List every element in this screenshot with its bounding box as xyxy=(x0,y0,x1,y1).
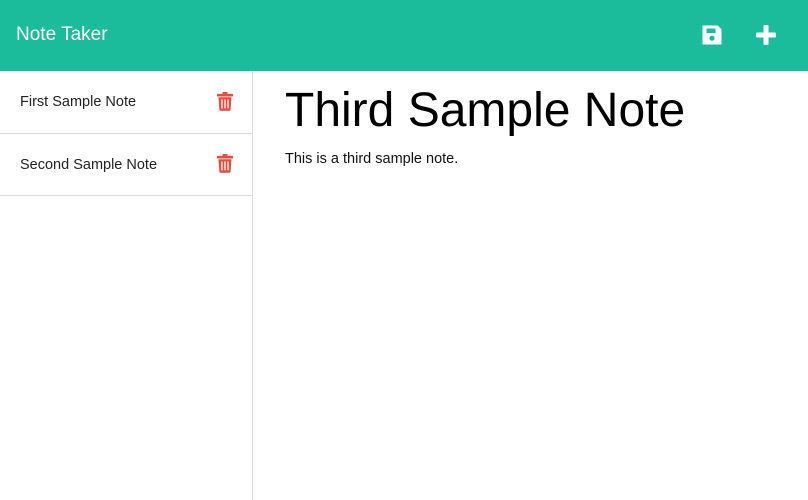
note-list: First Sample Note Second Sample Note xyxy=(0,71,252,196)
notes-sidebar: First Sample Note Second Sample Note xyxy=(0,71,253,500)
note-taker-app: Note Taker First Sample Note Second Samp… xyxy=(0,0,808,500)
navbar: Note Taker xyxy=(0,0,808,71)
plus-icon xyxy=(756,25,776,45)
note-text-area[interactable]: This is a third sample note. xyxy=(285,151,458,167)
trash-icon xyxy=(217,91,233,111)
save-note-button[interactable] xyxy=(698,21,726,49)
brand-title[interactable]: Note Taker xyxy=(16,22,108,48)
note-list-item[interactable]: Second Sample Note xyxy=(0,134,252,196)
note-list-item[interactable]: First Sample Note xyxy=(0,71,252,134)
delete-note-button[interactable] xyxy=(216,90,234,112)
note-list-item-title[interactable]: Second Sample Note xyxy=(20,157,157,173)
new-note-button[interactable] xyxy=(752,21,780,49)
save-icon xyxy=(702,25,722,45)
note-list-item-title[interactable]: First Sample Note xyxy=(20,94,136,110)
note-editor: Third Sample Note This is a third sample… xyxy=(253,71,808,500)
trash-icon xyxy=(217,153,233,173)
delete-note-button[interactable] xyxy=(216,152,234,174)
note-title-input[interactable]: Third Sample Note xyxy=(285,83,685,139)
